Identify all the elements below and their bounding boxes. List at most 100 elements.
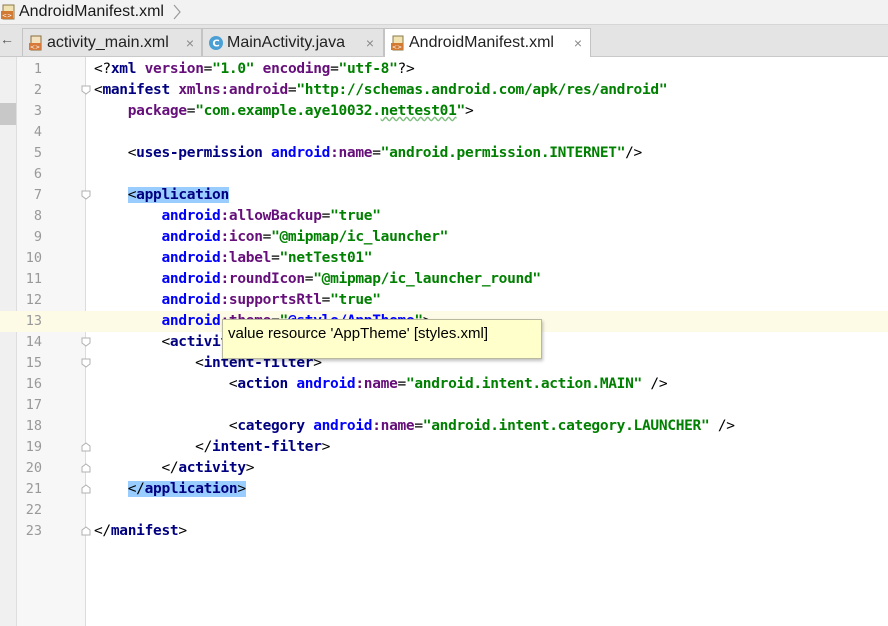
code-token: = bbox=[304, 271, 314, 287]
resource-tooltip: value resource 'AppTheme' [styles.xml] bbox=[222, 319, 542, 359]
line-number: 3 bbox=[33, 103, 42, 119]
close-icon[interactable]: × bbox=[183, 35, 197, 51]
code-line[interactable]: 7 <application bbox=[0, 185, 888, 206]
code-text[interactable]: <category android:name="android.intent.c… bbox=[94, 416, 735, 437]
code-token: android bbox=[161, 271, 221, 287]
code-line[interactable]: 12 android:supportsRtl="true" bbox=[0, 290, 888, 311]
code-token: "@mipmap/ic_launcher_round" bbox=[313, 271, 541, 287]
code-text[interactable]: android:label="netTest01" bbox=[94, 248, 372, 269]
code-line[interactable]: 8 android:allowBackup="true" bbox=[0, 206, 888, 227]
code-text[interactable]: <?xml version="1.0" encoding="utf-8"?> bbox=[94, 59, 415, 80]
code-token: = bbox=[397, 376, 407, 392]
code-line[interactable]: 21 </application> bbox=[0, 479, 888, 500]
code-token: :name bbox=[330, 145, 373, 161]
layout-xml-icon: <> bbox=[29, 35, 42, 51]
code-text[interactable]: <uses-permission android:name="android.p… bbox=[94, 143, 643, 164]
editor-tab-bar: ← <> activity_main.xml × C MainActivity.… bbox=[0, 25, 888, 57]
xml-file-icon: <> bbox=[1, 4, 15, 20]
code-token: > bbox=[178, 523, 187, 539]
code-text[interactable]: android:roundIcon="@mipmap/ic_launcher_r… bbox=[94, 269, 541, 290]
code-token: package bbox=[127, 103, 187, 119]
fold-end-icon[interactable] bbox=[81, 526, 91, 536]
code-token: = bbox=[372, 145, 381, 161]
code-text[interactable]: </manifest> bbox=[94, 521, 187, 542]
fold-collapse-icon[interactable] bbox=[81, 85, 91, 95]
code-token: application bbox=[136, 187, 229, 203]
code-token: </ bbox=[94, 460, 179, 476]
code-text[interactable]: <action android:name="android.intent.act… bbox=[94, 374, 668, 395]
line-number: 4 bbox=[33, 124, 42, 140]
code-token: ?> bbox=[397, 61, 415, 77]
code-text[interactable]: </activity> bbox=[94, 458, 254, 479]
code-token: = bbox=[321, 292, 331, 308]
code-token: version bbox=[144, 61, 204, 77]
code-token: = bbox=[186, 103, 196, 119]
fold-collapse-icon[interactable] bbox=[81, 358, 91, 368]
close-icon[interactable]: × bbox=[571, 35, 585, 51]
code-text[interactable]: android:icon="@mipmap/ic_launcher" bbox=[94, 227, 448, 248]
code-line[interactable]: 2 <manifest xmlns:android="http://schemas… bbox=[0, 80, 888, 101]
fold-end-icon[interactable] bbox=[81, 463, 91, 473]
manifest-xml-icon: <> bbox=[391, 35, 404, 51]
svg-text:<>: <> bbox=[2, 13, 12, 20]
code-line[interactable]: 9 android:icon="@mipmap/ic_launcher" bbox=[0, 227, 888, 248]
line-number: 7 bbox=[33, 187, 42, 203]
tab-main-activity-java[interactable]: C MainActivity.java × bbox=[202, 28, 384, 56]
code-line[interactable]: 5 <uses-permission android:name="android… bbox=[0, 143, 888, 164]
code-line[interactable]: 3 package="com.example.aye10032.nettest0… bbox=[0, 101, 888, 122]
fold-collapse-icon[interactable] bbox=[81, 190, 91, 200]
code-line[interactable]: 11 android:roundIcon="@mipmap/ic_launche… bbox=[0, 269, 888, 290]
tooltip-text: value resource 'AppTheme' [styles.xml] bbox=[228, 325, 488, 342]
code-text[interactable]: </application> bbox=[94, 479, 246, 500]
code-text[interactable]: android:supportsRtl="true" bbox=[94, 290, 381, 311]
line-number: 22 bbox=[25, 502, 42, 518]
code-line[interactable]: 17 bbox=[0, 395, 888, 416]
fold-collapse-icon[interactable] bbox=[81, 337, 91, 347]
code-token: < bbox=[94, 376, 238, 392]
code-line[interactable]: 22 bbox=[0, 500, 888, 521]
code-line[interactable]: 19 </intent-filter> bbox=[0, 437, 888, 458]
code-token: = bbox=[414, 418, 423, 434]
close-icon[interactable]: × bbox=[363, 35, 377, 51]
fold-end-icon[interactable] bbox=[81, 484, 91, 494]
chevron-right-icon bbox=[173, 4, 181, 20]
code-line[interactable]: 18 <category android:name="android.inten… bbox=[0, 416, 888, 437]
tab-label: activity_main.xml bbox=[47, 34, 169, 51]
tab-activity-main-xml[interactable]: <> activity_main.xml × bbox=[22, 28, 202, 56]
fold-end-icon[interactable] bbox=[81, 442, 91, 452]
line-number: 1 bbox=[33, 61, 42, 77]
breadcrumb-file-name[interactable]: AndroidManifest.xml bbox=[19, 2, 164, 22]
code-token: < bbox=[127, 187, 137, 203]
back-arrow-icon[interactable]: ← bbox=[0, 31, 14, 49]
code-line[interactable]: 4 bbox=[0, 122, 888, 143]
code-token: < bbox=[94, 145, 137, 161]
code-token: < bbox=[94, 334, 170, 350]
code-token: "true" bbox=[330, 208, 381, 224]
code-text[interactable]: android:allowBackup="true" bbox=[94, 206, 381, 227]
code-line[interactable]: 1 <?xml version="1.0" encoding="utf-8"?> bbox=[0, 59, 888, 80]
tab-label: AndroidManifest.xml bbox=[409, 34, 554, 51]
line-number: 6 bbox=[33, 166, 42, 182]
code-text[interactable]: <application bbox=[94, 185, 229, 206]
code-editor[interactable]: 1 <?xml version="1.0" encoding="utf-8"?> 2… bbox=[0, 57, 888, 626]
tab-android-manifest-xml[interactable]: <> AndroidManifest.xml × bbox=[384, 28, 591, 57]
code-token: > bbox=[237, 481, 246, 497]
code-token: xmlns:android bbox=[178, 82, 288, 98]
code-token: action bbox=[237, 376, 297, 392]
code-text[interactable]: package="com.example.aye10032.nettest01"… bbox=[94, 101, 474, 122]
code-line[interactable]: 6 bbox=[0, 164, 888, 185]
code-line[interactable]: 20 </activity> bbox=[0, 458, 888, 479]
code-text[interactable]: <manifest xmlns:android="http://schemas.… bbox=[94, 80, 668, 101]
code-line[interactable]: 10 android:label="netTest01" bbox=[0, 248, 888, 269]
code-token: /> bbox=[625, 145, 642, 161]
svg-text:<>: <> bbox=[392, 44, 402, 51]
code-token: android bbox=[296, 376, 356, 392]
code-line[interactable]: 16 <action android:name="android.intent.… bbox=[0, 374, 888, 395]
code-token: </ bbox=[94, 439, 213, 455]
code-text[interactable]: </intent-filter> bbox=[94, 437, 330, 458]
code-line[interactable]: 23 </manifest> bbox=[0, 521, 888, 542]
